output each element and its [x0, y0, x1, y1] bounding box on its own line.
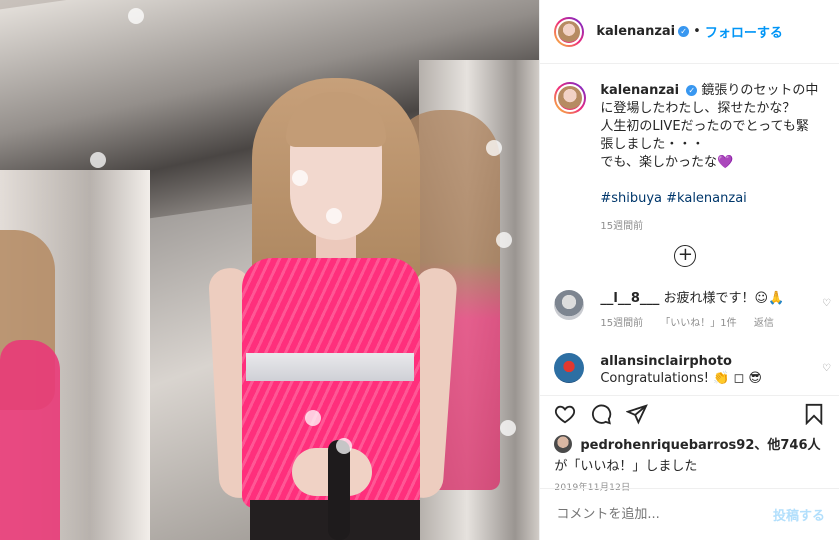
- bokeh-light: [326, 208, 342, 224]
- post-header: kalenanzai ✓ • フォローする: [540, 0, 839, 64]
- caption-avatar[interactable]: [554, 82, 587, 114]
- comment-like-icon[interactable]: ♡: [822, 298, 831, 309]
- comment-likes[interactable]: 「いいね！」1件: [660, 318, 736, 329]
- comment-like-icon[interactable]: ♡: [822, 363, 831, 374]
- post-comment-button[interactable]: 投稿する: [773, 505, 825, 524]
- bokeh-light: [90, 152, 106, 168]
- post-side-panel: kalenanzai ✓ • フォローする kalenanzai ✓ 鏡張りのセ…: [539, 0, 839, 540]
- likes-line-2: が「いいね！」しました: [554, 459, 698, 474]
- bokeh-light: [336, 438, 352, 454]
- bokeh-light: [128, 8, 144, 24]
- plus-circle-icon[interactable]: +: [674, 245, 697, 267]
- caption-text-2: 人生初のLIVEだったのでとっても緊張しました・・・: [600, 119, 809, 152]
- reflection-left: [0, 340, 60, 540]
- comment-item: allansinclairphoto Congratulations! 👏 ◻ …: [554, 353, 831, 387]
- caption-text-3: でも、楽しかったな💜: [600, 155, 734, 170]
- comment-avatar[interactable]: [554, 290, 585, 320]
- verified-icon: ✓: [678, 26, 690, 37]
- comment-item: __l__8___ お疲れ様です！☺🙏 15週間前 「いいね！」1件 返信 ♡: [554, 290, 831, 332]
- avatar[interactable]: [554, 16, 585, 47]
- likes-summary: pedrohenriquebarros92、他746人: [554, 434, 825, 453]
- comment-icon[interactable]: [590, 403, 612, 425]
- bokeh-light: [486, 140, 502, 156]
- share-icon[interactable]: [626, 403, 649, 425]
- bookmark-icon[interactable]: [803, 403, 825, 425]
- bokeh-light: [292, 170, 308, 186]
- heart-icon[interactable]: [554, 403, 576, 425]
- liker-avatar[interactable]: [554, 434, 573, 453]
- subject-top-stripe: [246, 353, 414, 381]
- caption-time[interactable]: 15週間前: [600, 218, 820, 236]
- post-modal: kalenanzai ✓ • フォローする kalenanzai ✓ 鏡張りのセ…: [0, 0, 839, 540]
- header-username[interactable]: kalenanzai: [596, 24, 675, 39]
- separator: •: [693, 24, 701, 39]
- reply-button[interactable]: 返信: [754, 318, 774, 329]
- comments-list[interactable]: kalenanzai ✓ 鏡張りのセットの中に登場したわたし、探せたかな？ 人生…: [540, 65, 839, 395]
- caption: kalenanzai ✓ 鏡張りのセットの中に登場したわたし、探せたかな？ 人生…: [540, 65, 839, 236]
- likes-line[interactable]: pedrohenriquebarros92、他746人: [580, 434, 820, 453]
- follow-button[interactable]: フォローする: [705, 22, 783, 41]
- comment-input[interactable]: [554, 506, 773, 523]
- comment-text: お疲れ様です！☺🙏: [663, 291, 785, 306]
- caption-hashtags[interactable]: #shibuya #kalenanzai: [600, 190, 820, 208]
- comment-text: Congratulations! 👏 ◻ 😎: [600, 371, 762, 386]
- comment-username[interactable]: __l__8___: [600, 291, 659, 306]
- post-photo[interactable]: [0, 0, 540, 540]
- comment-avatar[interactable]: [554, 353, 585, 383]
- bokeh-light: [305, 410, 321, 426]
- bokeh-light: [496, 232, 512, 248]
- comment-username[interactable]: allansinclairphoto: [600, 354, 732, 369]
- bokeh-light: [500, 420, 516, 436]
- comment-box: 投稿する: [540, 488, 839, 540]
- caption-username[interactable]: kalenanzai: [600, 83, 679, 98]
- verified-icon: ✓: [686, 85, 698, 96]
- comment-time[interactable]: 15週間前: [600, 318, 643, 329]
- post-actions: pedrohenriquebarros92、他746人 が「いいね！」しました …: [540, 395, 839, 493]
- microphone: [328, 440, 350, 540]
